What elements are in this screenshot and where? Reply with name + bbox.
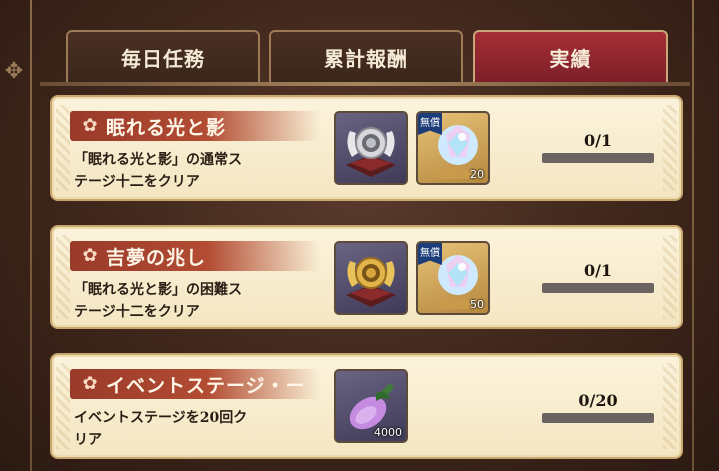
reward-item[interactable] [334, 111, 408, 185]
silver-crest-icon [346, 127, 396, 177]
left-frame-line [30, 0, 32, 471]
right-frame-line [692, 0, 694, 471]
mission-title-ribbon: ✿ イベントステージ・ー [70, 369, 320, 399]
flower-icon: ✿ [82, 373, 98, 394]
mission-title: 眠れる光と影 [106, 116, 227, 139]
mission-title-ribbon: ✿ 眠れる光と影 [70, 111, 320, 141]
mission-card[interactable]: ✿ 吉夢の兆し 「眠れる光と影」の困難ス テージ十二をクリア 無償 50 0/1 [50, 225, 683, 329]
reward-item[interactable]: 4000 [334, 369, 408, 443]
flower-icon: ✿ [82, 245, 98, 266]
reward-item[interactable] [334, 241, 408, 315]
reward-count: 4000 [374, 426, 402, 439]
reward-item[interactable]: 無償 50 [416, 241, 490, 315]
gold-crest-icon [346, 257, 396, 307]
reward-item[interactable]: 無償 20 [416, 111, 490, 185]
ornament-icon: ✥ [4, 59, 24, 84]
mission-description: 「眠れる光と影」の困難ス テージ十二をクリア [74, 282, 242, 320]
progress-text: 0/1 [583, 131, 613, 150]
progress-bar [542, 283, 654, 293]
reward-count: 20 [470, 168, 484, 181]
mission-card[interactable]: ✿ 眠れる光と影 「眠れる光と影」の通常ス テージ十二をクリア 無償 20 0/… [50, 95, 683, 201]
mission-description: 「眠れる光と影」の通常ス テージ十二をクリア [74, 152, 242, 190]
tab-bar: 毎日任務 累計報酬 実績 [66, 30, 668, 82]
tab-underline [40, 82, 690, 86]
progress-text: 0/1 [583, 261, 613, 280]
progress-text: 0/20 [578, 391, 618, 410]
mission-title-ribbon: ✿ 吉夢の兆し [70, 241, 320, 271]
mission-title: イベントステージ・ー [106, 374, 306, 397]
tab-achievements[interactable]: 実績 [473, 30, 668, 82]
mission-description: イベントステージを20回ク リア [74, 410, 248, 448]
flower-icon: ✿ [82, 115, 98, 136]
progress-bar [542, 153, 654, 163]
reward-count: 50 [470, 298, 484, 311]
mission-card[interactable]: ✿ イベントステージ・ー イベントステージを20回ク リア 4000 0/20 [50, 353, 683, 459]
progress-bar [542, 413, 654, 423]
mission-title: 吉夢の兆し [106, 246, 207, 269]
tab-cumulative-rewards[interactable]: 累計報酬 [269, 30, 463, 82]
tab-daily-missions[interactable]: 毎日任務 [66, 30, 260, 82]
